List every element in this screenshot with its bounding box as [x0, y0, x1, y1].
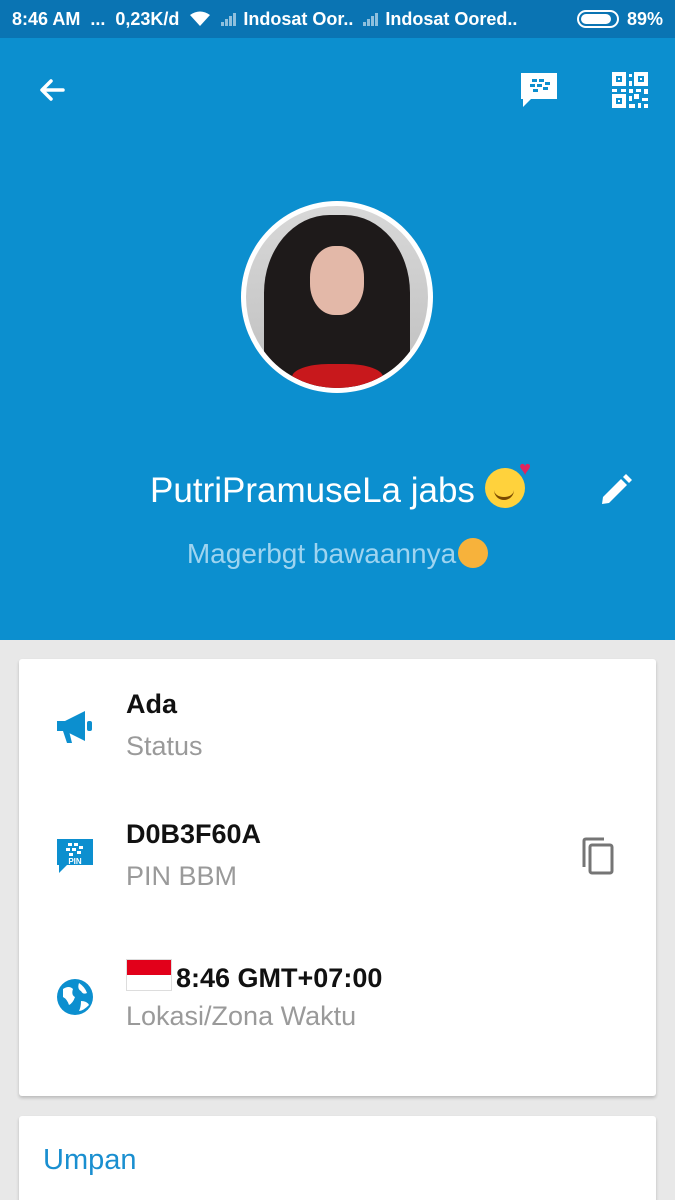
pin-label: PIN BBM — [126, 861, 238, 891]
battery-status: 89% — [576, 0, 663, 38]
copy-icon — [582, 837, 614, 875]
megaphone-icon — [53, 705, 97, 749]
battery-percent: 89% — [626, 8, 663, 29]
qr-code-icon — [612, 72, 648, 108]
status-network-speed: 0,23K/d — [115, 8, 180, 29]
sim1-signal: Indosat Oor.. — [221, 9, 353, 30]
wifi-icon — [189, 11, 211, 27]
status-label: Status — [126, 731, 203, 761]
sad-emoji-icon — [458, 538, 489, 568]
status-value: Ada — [126, 689, 178, 719]
status-time: 8:46 AM — [12, 8, 81, 29]
pencil-icon — [602, 474, 632, 504]
edit-profile-button[interactable] — [587, 463, 643, 519]
copy-pin-button[interactable] — [570, 829, 626, 885]
location-value: 8:46 GMT+07:00 — [126, 959, 382, 994]
indonesia-flag-icon — [126, 959, 172, 991]
qr-code-button[interactable] — [602, 62, 658, 118]
pin-row[interactable]: PIN D0B3F60A PIN BBM — [19, 789, 656, 909]
profile-avatar[interactable] — [241, 201, 433, 393]
svg-text:PIN: PIN — [68, 857, 82, 866]
profile-info-card: Ada Status PIN D0B3F60A PIN BBM 8:46 GMT… — [19, 659, 656, 1096]
signal-icon — [221, 12, 237, 26]
carrier-2-name: Indosat Oored.. — [385, 8, 518, 29]
profile-photo — [246, 206, 428, 388]
bbm-pin-icon: PIN — [53, 835, 97, 879]
profile-header: PutriPramuseLa jabs Magerbgt bawaannya — [0, 38, 675, 640]
location-label: Lokasi/Zona Waktu — [126, 1001, 357, 1031]
carrier-1-name: Indosat Oor.. — [243, 8, 354, 29]
smile-heart-emoji-icon — [484, 458, 531, 508]
bbm-chat-button[interactable] — [511, 62, 567, 118]
display-name-text: PutriPramuseLa jabs — [150, 471, 475, 510]
status-row[interactable]: Ada Status — [19, 659, 656, 779]
status-bar: 8:46 AM ... 0,23K/d Indosat Oor.. Indosa… — [0, 0, 675, 38]
battery-icon — [576, 10, 619, 28]
feed-title: Umpan — [43, 1144, 137, 1176]
personal-message: Magerbgt bawaannya — [0, 538, 675, 570]
sim2-signal: Indosat Oored.. — [363, 9, 517, 30]
back-button[interactable] — [24, 62, 80, 118]
status-notification-dots: ... — [90, 8, 106, 29]
signal-icon — [363, 12, 379, 26]
timezone-text: 8:46 GMT+07:00 — [176, 963, 383, 993]
back-arrow-icon — [40, 79, 65, 101]
feed-card[interactable]: Umpan — [19, 1116, 656, 1200]
pin-value: D0B3F60A — [126, 819, 262, 849]
personal-message-text: Magerbgt bawaannya — [186, 538, 457, 569]
bbm-chat-icon — [521, 73, 557, 107]
location-row[interactable]: 8:46 GMT+07:00 Lokasi/Zona Waktu — [19, 929, 656, 1049]
display-name: PutriPramuseLa jabs — [0, 458, 675, 511]
globe-icon — [53, 975, 97, 1019]
